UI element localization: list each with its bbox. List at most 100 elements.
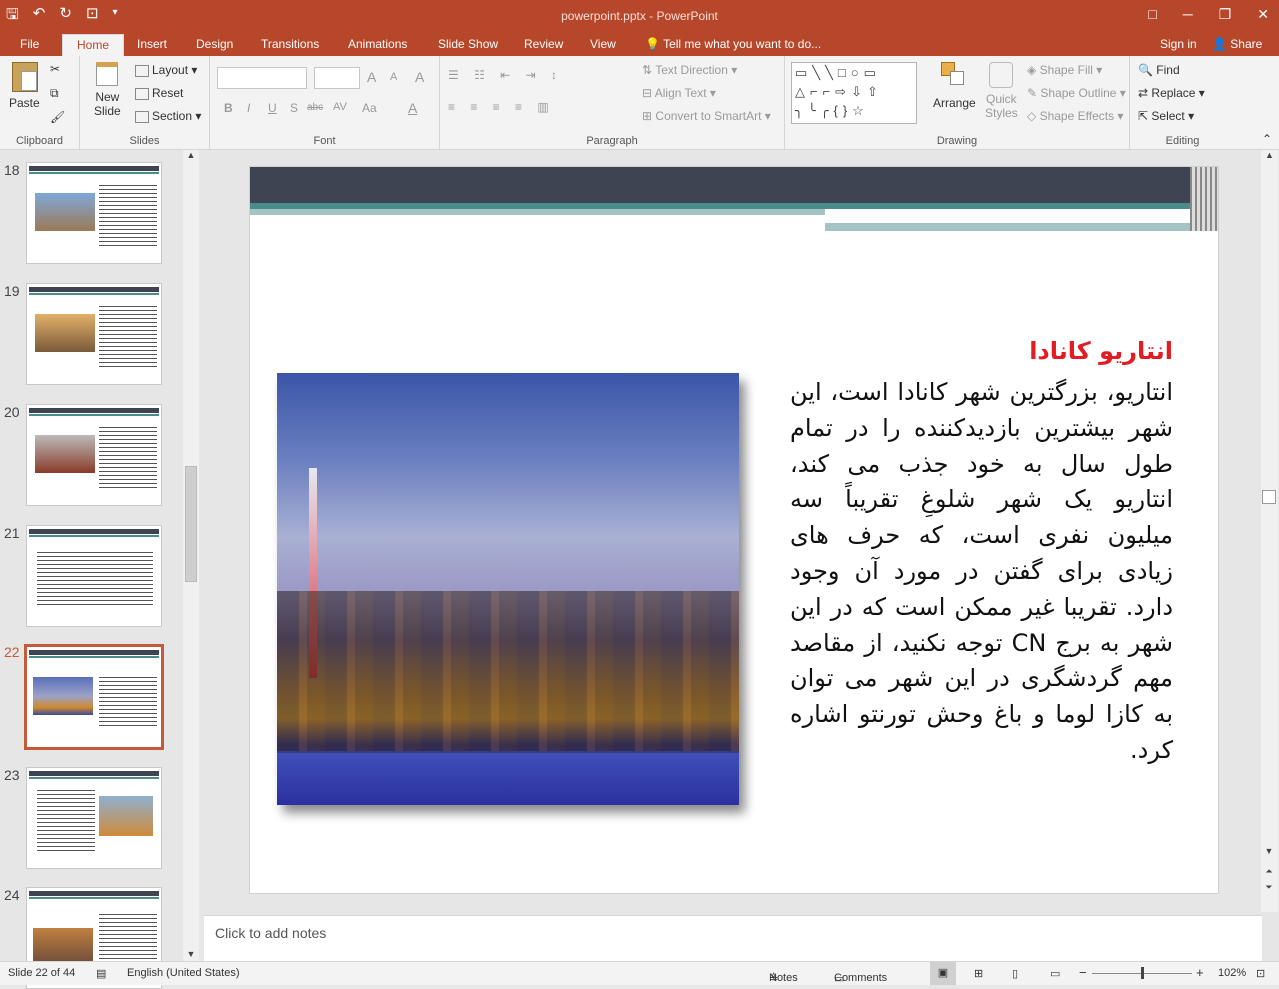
slide-thumbnail-18[interactable] [26,162,162,264]
paragraph-group: ☰ ☷ ⇤ ⇥ ↕ ≡ ≡ ≡ ≡ ▥ ⇅ Text Direction ▾ ⊟… [440,56,785,150]
next-slide-arrow[interactable]: ⏷ [1261,882,1277,893]
alignment-icons[interactable]: ≡ ≡ ≡ ≡ ▥ [448,100,555,114]
ribbon-tabs: File Home Insert Design Transitions Anim… [0,34,1279,56]
tab-home[interactable]: Home [62,34,125,56]
replace-label: Replace [1151,86,1196,100]
font-color-button[interactable]: A [408,100,417,116]
bold-button[interactable]: B [224,101,233,115]
copy-icon[interactable]: ⧉ [50,86,59,101]
slide-thumbnail-21[interactable] [26,525,162,627]
tab-transitions[interactable]: Transitions [261,37,319,51]
format-painter-icon[interactable]: 🖌 [50,110,65,124]
slides-group: New Slide Layout ▾ Reset Section ▾ Slide… [80,56,210,150]
change-case-button[interactable]: Aa [362,101,377,115]
slideshow-view-button[interactable]: ▭ [1050,967,1060,980]
underline-button[interactable]: U [268,101,277,115]
comments-label: Comments [834,972,888,984]
quick-styles-label-2: Styles [985,106,1018,120]
collapse-ribbon-icon[interactable]: ⌃ [1262,132,1272,146]
thumbnail-scrollbar[interactable]: ▲ ▼ [183,150,199,961]
scroll-up-arrow[interactable]: ▲ [183,150,199,160]
smartart-icon: ⊞ [642,109,653,123]
zoom-in-button[interactable]: + [1196,965,1204,980]
close-button[interactable]: ✕ [1257,6,1269,23]
notes-pane[interactable]: Click to add notes [204,915,1262,961]
italic-button[interactable]: I [247,101,250,115]
replace-button[interactable]: ⇄ Replace ▾ [1138,86,1205,100]
tab-file[interactable]: File [20,37,39,51]
layout-icon [135,64,149,77]
find-label: Find [1156,63,1180,77]
reading-view-button[interactable]: ▯ [1012,967,1018,980]
convert-smartart-label: Convert to SmartArt [655,109,762,123]
paste-button[interactable]: Clipboard Paste [9,62,40,110]
font-name-field[interactable] [217,67,307,89]
convert-smartart-button[interactable]: ⊞ Convert to SmartArt ▾ [642,109,771,123]
sign-in-link[interactable]: Sign in [1160,37,1197,51]
zoom-slider-handle[interactable] [1141,967,1144,979]
text-direction-button[interactable]: ⇅ Text Direction ▾ [642,63,737,77]
shapes-gallery[interactable]: ▭╲╲□○▭ △⌐⌐⇨⇩⇧ ╮╰╭{}☆ [791,62,917,124]
slide-body-text[interactable]: انتاریو، بزرگترین شهر کانادا است، این شه… [790,375,1173,769]
shape-fill-button[interactable]: ◈ Shape Fill ▾ [1027,63,1102,77]
tab-design[interactable]: Design [196,37,233,51]
grow-font-icon[interactable]: A [367,69,376,85]
shrink-font-icon[interactable]: A [390,71,397,83]
slide-thumbnail-20[interactable] [26,404,162,506]
previous-slide-arrow[interactable]: ⏶ [1261,866,1277,877]
thumb-number: 21 [4,525,20,541]
slide-editing-area: انتاریو کانادا انتاریو، بزرگترین شهر کان… [204,150,1278,912]
font-group-label: Font [313,135,336,147]
select-label: Select [1151,109,1185,123]
section-button[interactable]: Section ▾ [135,109,201,123]
current-slide[interactable]: انتاریو کانادا انتاریو، بزرگترین شهر کان… [249,166,1219,894]
slide-sorter-button[interactable]: ⊞ [974,967,983,980]
character-spacing-button[interactable]: AV [333,101,347,113]
bullets-numbering-icons[interactable]: ☰ ☷ ⇤ ⇥ ↕ [448,68,563,82]
maximize-button[interactable]: ❐ [1219,6,1232,23]
align-text-button[interactable]: ⊟ Align Text ▾ [642,86,716,100]
scroll-up-arrow[interactable]: ▲ [1261,150,1278,160]
slide-thumbnail-22-selected[interactable] [24,644,164,750]
ribbon-display-options-button[interactable]: □ [1148,6,1156,23]
shape-effects-button[interactable]: ◇ Shape Effects ▾ [1027,109,1123,123]
language-indicator[interactable]: English (United States) [127,967,240,979]
quick-styles-button[interactable]: Quick Styles [985,62,1018,120]
normal-view-button[interactable]: ▣ [930,962,956,985]
text-shadow-button[interactable]: S [290,101,298,115]
reset-button[interactable]: Reset [135,86,183,100]
slide-photo-toronto-skyline[interactable] [277,373,739,805]
spell-check-icon[interactable]: ▤ [96,967,106,980]
tab-animations[interactable]: Animations [348,37,407,51]
scroll-down-arrow[interactable]: ▼ [1261,846,1277,856]
select-icon: ⇱ [1138,109,1149,123]
fit-to-window-icon[interactable]: ⊡ [1256,967,1265,980]
new-slide-button[interactable]: New Slide [94,62,121,118]
tab-insert[interactable]: Insert [137,37,167,51]
zoom-level[interactable]: 102% [1218,967,1246,979]
zoom-out-button[interactable]: − [1079,965,1087,980]
scroll-down-arrow[interactable]: ▼ [183,949,199,959]
layout-button[interactable]: Layout ▾ [135,63,197,77]
tab-view[interactable]: View [590,37,616,51]
tab-review[interactable]: Review [524,37,563,51]
arrange-button[interactable]: Arrange [933,62,976,110]
scroll-thumb[interactable] [1262,490,1276,504]
slide-heading[interactable]: انتاریو کانادا [790,337,1173,365]
slide-thumbnail-23[interactable] [26,767,162,869]
shape-outline-button[interactable]: ✎ Shape Outline ▾ [1027,86,1126,100]
strikethrough-button[interactable]: abc [307,102,323,113]
scroll-thumb[interactable] [185,466,197,582]
font-size-field[interactable] [314,67,360,89]
tab-slide-show[interactable]: Slide Show [438,37,498,51]
share-button[interactable]: 👤 Share [1212,37,1262,51]
clear-formatting-icon[interactable]: A [415,69,424,85]
slide-thumbnail-19[interactable] [26,283,162,385]
slide-scrollbar[interactable]: ▲ ▼ ⏶ ⏷ [1261,150,1278,912]
find-button[interactable]: 🔍 Find [1138,63,1180,77]
select-button[interactable]: ⇱ Select ▾ [1138,109,1194,123]
minimize-button[interactable]: ─ [1183,6,1193,23]
text-direction-label: Text Direction [655,63,728,77]
tell-me-box[interactable]: 💡 Tell me what you want to do... [645,37,821,51]
cut-icon[interactable]: ✂ [50,62,60,76]
